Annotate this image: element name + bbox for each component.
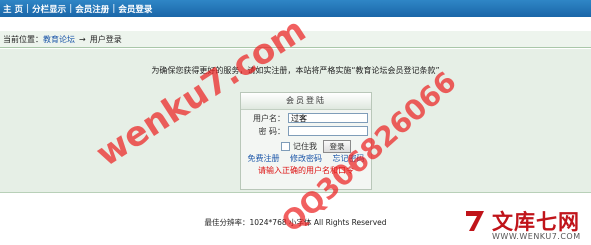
login-title: 会员登陆 xyxy=(241,93,371,110)
nav-login[interactable]: 会员登录 xyxy=(118,3,152,15)
login-button[interactable]: 登录 xyxy=(323,140,351,153)
remember-checkbox[interactable] xyxy=(281,142,290,151)
password-row: 密 码： xyxy=(247,125,368,137)
breadcrumb-prefix: 当前位置： xyxy=(3,34,43,44)
nav-column-view[interactable]: 分栏显示 xyxy=(32,3,66,15)
breadcrumb-current: 用户登录 xyxy=(89,34,122,44)
remember-label: 记住我 xyxy=(293,142,317,151)
change-password-link[interactable]: 修改密码 xyxy=(290,154,322,163)
forgot-password-link[interactable]: 忘记密码 xyxy=(333,154,365,163)
nav-home[interactable]: 主 页 xyxy=(3,3,23,15)
username-row: 用户名： xyxy=(247,112,368,124)
register-link[interactable]: 免费注册 xyxy=(247,154,279,163)
username-label: 用户名： xyxy=(253,113,285,123)
top-nav: 主 页 | 分栏显示 | 会员注册 | 会员登录 xyxy=(0,0,591,17)
logo-url: WWW.WENKU7.COM xyxy=(492,232,581,241)
login-links: 免费注册 修改密码 忘记密码 xyxy=(241,153,371,164)
nav-register[interactable]: 会员注册 xyxy=(75,3,109,15)
remember-row: 记住我 登录 xyxy=(281,140,351,153)
registration-notice: 为确保您获得更好的服务，请如实注册，本站将严格实施“教育论坛会员登记条款” xyxy=(151,66,440,75)
password-label: 密 码： xyxy=(258,126,285,136)
nav-separator: | xyxy=(69,3,73,14)
password-input[interactable] xyxy=(288,126,368,136)
login-warning: 请输入正确的用户名和口令 xyxy=(258,166,354,175)
breadcrumb: 当前位置： 教育论坛 → 用户登录 xyxy=(0,31,591,48)
login-panel: 会员登陆 用户名： 密 码： 记住我 登录 免费注册 修改密码 忘记密码 请输入… xyxy=(240,92,372,190)
main-content: 为确保您获得更好的服务，请如实注册，本站将严格实施“教育论坛会员登记条款” 会员… xyxy=(0,49,591,193)
nav-separator: | xyxy=(112,3,116,14)
watermark-logo: 文库七网 WWW.WENKU7.COM xyxy=(458,204,591,245)
header-spacer xyxy=(0,17,591,32)
wenku-logo-icon xyxy=(466,211,484,231)
breadcrumb-forum-link[interactable]: 教育论坛 xyxy=(43,34,75,45)
nav-separator: | xyxy=(25,3,30,14)
breadcrumb-arrow: → xyxy=(79,34,86,44)
username-input[interactable] xyxy=(288,113,368,123)
